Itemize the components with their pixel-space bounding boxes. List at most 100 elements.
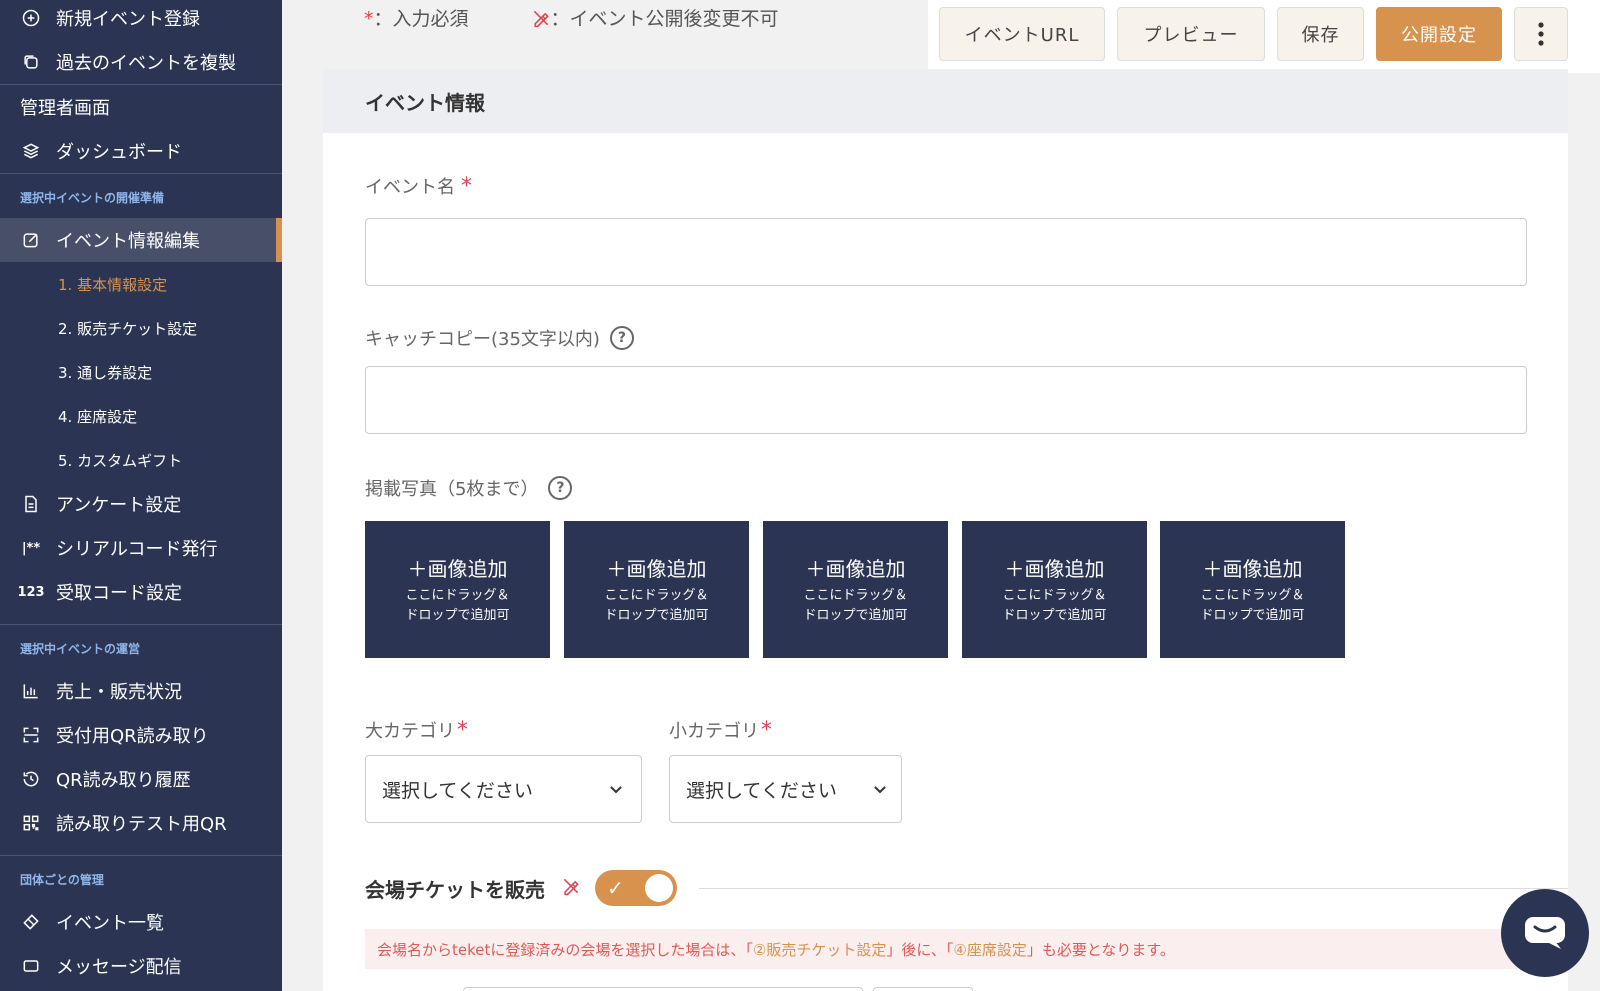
image-add-label: ＋画像追加 [606, 557, 707, 581]
minor-category-select[interactable]: 選択してください [669, 755, 902, 823]
sidebar-sub-season-pass[interactable]: 3. 通し券設定 [0, 350, 282, 394]
event-name-label: イベント名 * [365, 173, 472, 199]
venue-ticket-label: 会場チケットを販売 [365, 877, 545, 902]
scan-icon [20, 724, 42, 746]
image-upload-slot[interactable]: ＋画像追加 ここにドラッグ＆ ドロップで追加可 [962, 521, 1147, 658]
sidebar-section-org: 団体ごとの管理 [20, 873, 104, 887]
image-upload-slot[interactable]: ＋画像追加 ここにドラッグ＆ ドロップで追加可 [763, 521, 948, 658]
photos-label-text: 掲載写真（5枚まで） [365, 479, 539, 500]
required-mark: * [761, 717, 772, 743]
sidebar-item-sales[interactable]: 売上・販売状況 [0, 669, 282, 713]
toggle-knob [645, 874, 673, 902]
sidebar-item-label: メッセージ配信 [56, 957, 182, 978]
image-drop-hint: ここにドラッグ＆ ドロップで追加可 [405, 588, 510, 623]
sidebar-item-qr-history[interactable]: QR読み取り履歴 [0, 757, 282, 801]
preview-button[interactable]: プレビュー [1117, 7, 1265, 61]
sidebar-item-test-qr[interactable]: 読み取りテスト用QR [0, 801, 282, 845]
notice-text: 」後に、「 [886, 940, 954, 959]
sidebar-section-prep: 選択中イベントの開催準備 [20, 191, 165, 205]
image-upload-slot[interactable]: ＋画像追加 ここにドラッグ＆ ドロップで追加可 [365, 521, 550, 658]
sidebar-item-message[interactable]: メッセージ配信 [0, 944, 282, 988]
sidebar-item-label: 受取コード設定 [56, 583, 182, 604]
sidebar-item-event-list[interactable]: イベント一覧 [0, 900, 282, 944]
notice-link-ticket-settings[interactable]: ②販売チケット設定 [753, 939, 886, 960]
image-add-label: ＋画像追加 [407, 557, 508, 581]
venue-name-input[interactable] [463, 987, 863, 991]
sidebar-item-receive-code[interactable]: 123 受取コード設定 [0, 570, 282, 614]
notice-link-seat-settings[interactable]: ④座席設定 [953, 939, 1026, 960]
event-name-label-text: イベント名 [365, 177, 455, 198]
help-icon[interactable]: ? [609, 326, 634, 350]
legend-locked: ：イベント公開後変更不可 [531, 4, 779, 31]
publish-settings-button[interactable]: 公開設定 [1376, 7, 1502, 61]
sidebar-item-serial-code[interactable]: |** シリアルコード発行 [0, 526, 282, 570]
legend-required: *：入力必須 [364, 4, 469, 31]
catch-copy-input[interactable] [365, 366, 1527, 434]
image-upload-slot[interactable]: ＋画像追加 ここにドラッグ＆ ドロップで追加可 [1160, 521, 1345, 658]
select-value: 選択してください [686, 779, 837, 802]
chevron-down-icon [609, 780, 623, 794]
chevron-down-icon [873, 780, 887, 794]
layers-icon [20, 140, 42, 162]
image-drop-hint: ここにドラッグ＆ ドロップで追加可 [803, 588, 908, 623]
sidebar-sub-basic-info[interactable]: 1. 基本情報設定 [0, 262, 282, 306]
sidebar-item-label: 売上・販売状況 [56, 682, 182, 703]
image-add-label: ＋画像追加 [805, 557, 906, 581]
legend-locked-text: ：イベント公開後変更不可 [550, 8, 779, 30]
more-menu-button[interactable] [1514, 7, 1568, 61]
document-icon [20, 493, 42, 515]
image-add-label: ＋画像追加 [1202, 557, 1303, 581]
venue-ticket-toggle[interactable]: ✓ [595, 870, 677, 906]
minor-category-label-text: 小カテゴリ [669, 721, 759, 742]
catch-copy-label-text: キャッチコピー(35文字以内) [365, 329, 600, 350]
sidebar-item-qr-scan[interactable]: 受付用QR読み取り [0, 713, 282, 757]
sidebar-item-label: イベント情報編集 [56, 231, 200, 252]
history-icon [20, 768, 42, 790]
required-mark: * [364, 8, 374, 30]
help-icon[interactable]: ? [548, 476, 573, 500]
sidebar-item-label: ダッシュボード [56, 142, 182, 163]
sidebar-item-dashboard[interactable]: ダッシュボード [0, 129, 282, 173]
venue-select[interactable] [873, 987, 973, 991]
bar-chart-icon [20, 680, 42, 702]
sidebar-sub-custom-gift[interactable]: 5. カスタムギフト [0, 438, 282, 482]
edit-icon [20, 229, 42, 251]
divider [699, 887, 1568, 889]
serial-icon: |** [21, 540, 41, 556]
venue-notice: 会場名からteketに登録済みの会場を選択した場合は、「 ②販売チケット設定 」後に… [365, 929, 1527, 969]
sidebar-item-label: イベント一覧 [56, 913, 164, 934]
sidebar-admin-heading[interactable]: 管理者画面 [0, 85, 282, 129]
qr-icon [20, 812, 42, 834]
image-drop-hint: ここにドラッグ＆ ドロップで追加可 [1002, 588, 1107, 623]
sidebar: 新規イベント登録 過去のイベントを複製 管理者画面 ダッシュボード 選択中イベン… [0, 0, 282, 991]
sidebar-sub-ticket-settings[interactable]: 2. 販売チケット設定 [0, 306, 282, 350]
sidebar-item-label: QR読み取り履歴 [56, 770, 191, 791]
sidebar-section-ops: 選択中イベントの運営 [20, 642, 141, 656]
event-url-button[interactable]: イベントURL [939, 7, 1105, 61]
event-name-input[interactable] [365, 218, 1527, 286]
sidebar-item-event-edit[interactable]: イベント情報編集 [0, 218, 282, 262]
chat-icon [1525, 917, 1565, 949]
ticket-icon [20, 911, 42, 933]
sidebar-item-label: 新規イベント登録 [56, 9, 200, 30]
required-mark: * [457, 717, 468, 743]
minor-category-label: 小カテゴリ * [669, 717, 772, 743]
image-drop-hint: ここにドラッグ＆ ドロップで追加可 [604, 588, 709, 623]
image-upload-slot[interactable]: ＋画像追加 ここにドラッグ＆ ドロップで追加可 [564, 521, 749, 658]
kebab-icon [1538, 22, 1544, 46]
sidebar-item-duplicate-event[interactable]: 過去のイベントを複製 [0, 40, 282, 84]
notice-text: 」も必要となります。 [1026, 940, 1175, 959]
form-legend: *：入力必須 ：イベント公開後変更不可 [364, 4, 779, 31]
major-category-select[interactable]: 選択してください [365, 755, 642, 823]
chat-support-button[interactable] [1501, 889, 1589, 977]
sidebar-item-survey[interactable]: アンケート設定 [0, 482, 282, 526]
sidebar-sub-seat-settings[interactable]: 4. 座席設定 [0, 394, 282, 438]
major-category-label: 大カテゴリ * [365, 717, 468, 743]
notice-text: 会場名からteketに登録済みの会場を選択した場合は、「 [377, 940, 753, 959]
image-add-label: ＋画像追加 [1004, 557, 1105, 581]
copy-icon [20, 51, 42, 73]
sidebar-item-label: 受付用QR読み取り [56, 726, 209, 747]
save-button[interactable]: 保存 [1277, 7, 1364, 61]
event-info-card: イベント情報 イベント名 * キャッチコピー(35文字以内) ? 掲載写真（5枚ま… [323, 69, 1568, 991]
sidebar-item-new-event[interactable]: 新規イベント登録 [0, 0, 282, 40]
